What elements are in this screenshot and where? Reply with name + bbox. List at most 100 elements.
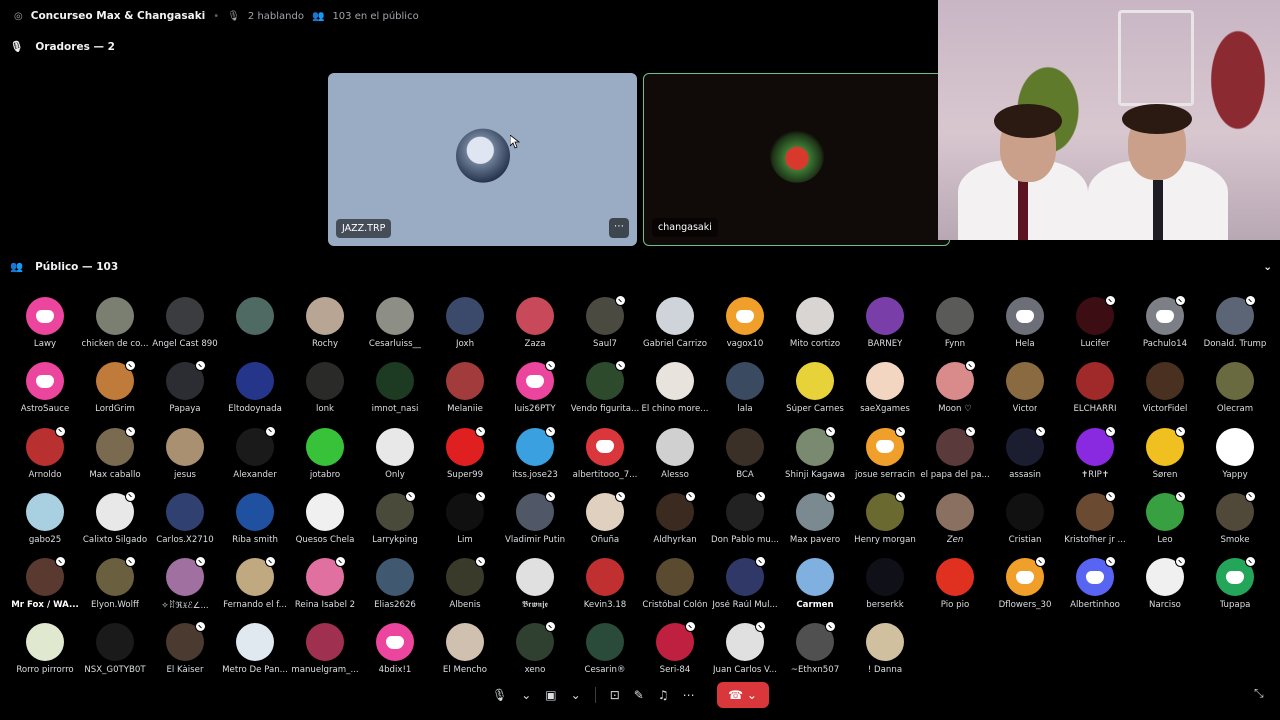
audience-member[interactable]: Arnoldo <box>10 425 80 493</box>
audience-member[interactable]: manuelgram_... <box>290 623 360 688</box>
audience-member[interactable]: Cesarluiss__ <box>360 297 430 362</box>
audience-member[interactable]: Cesarin® <box>570 623 640 688</box>
audience-member[interactable]: Kevin3.18 <box>570 558 640 623</box>
audience-member[interactable]: Yappy <box>1200 427 1270 493</box>
audience-member[interactable]: Super99 <box>430 425 500 493</box>
audience-member[interactable]: Metro De Pan... <box>220 623 290 688</box>
audience-member[interactable]: El Kàiser <box>150 621 220 688</box>
audience-member[interactable]: Olecram <box>1200 362 1270 427</box>
audience-member[interactable]: Hela <box>990 297 1060 362</box>
audience-member[interactable]: Súper Carnes <box>780 362 850 427</box>
audience-member[interactable]: Pachulo14 <box>1130 295 1200 362</box>
audience-member[interactable]: Carmen <box>780 558 850 623</box>
audience-member[interactable]: Alesso <box>640 427 710 493</box>
audience-member[interactable]: AstroSauce <box>10 362 80 427</box>
audience-member[interactable]: Cristóbal Colón <box>640 558 710 623</box>
audience-member[interactable]: Lim <box>430 490 500 558</box>
audience-member[interactable]: Vladimir Putin <box>500 490 570 558</box>
audience-member[interactable] <box>220 297 290 362</box>
audience-member[interactable]: ! Danna <box>850 623 920 688</box>
screen-share-icon[interactable]: ⊡ <box>606 682 624 708</box>
audience-member[interactable]: Don Pablo mu... <box>710 490 780 558</box>
audience-member[interactable]: Gabriel Carrizo <box>640 297 710 362</box>
audience-member[interactable]: José Raúl Mul... <box>710 556 780 623</box>
audience-member[interactable]: Søren <box>1130 425 1200 493</box>
audience-member[interactable]: Shinji Kagawa <box>780 425 850 493</box>
audience-member[interactable]: xeno <box>500 621 570 688</box>
audience-member[interactable]: Max pavero <box>780 490 850 558</box>
audience-member[interactable]: LordGrim <box>80 360 150 427</box>
audience-member[interactable]: Albenis <box>430 556 500 623</box>
audience-member[interactable]: Donald. Trump <box>1200 295 1270 362</box>
audience-member[interactable]: Cristian <box>990 492 1060 558</box>
audience-member[interactable]: el papa del pa... <box>920 425 990 493</box>
audience-member[interactable]: gabo25 <box>10 492 80 558</box>
audience-member[interactable]: Saul7 <box>570 295 640 362</box>
audience-member[interactable]: 𝕭𝖗𝖜𝖓𝖏𝖊 <box>500 558 570 623</box>
audience-member[interactable]: Calixto Silgado <box>80 490 150 558</box>
audience-member[interactable]: Mr Fox / WA... <box>10 556 80 623</box>
audience-member[interactable]: Pio pio <box>920 558 990 623</box>
audience-member[interactable]: Fernando el f... <box>220 556 290 623</box>
audience-member[interactable]: saeXgames <box>850 362 920 427</box>
audience-member[interactable]: vagox10 <box>710 297 780 362</box>
audience-member[interactable]: El Mencho <box>430 623 500 688</box>
speaker-tile-changasaki[interactable]: changasaki <box>643 73 950 246</box>
audience-member[interactable]: jotabro <box>290 427 360 493</box>
audience-member[interactable]: Victor <box>990 362 1060 427</box>
audience-member[interactable]: Leo <box>1130 490 1200 558</box>
audience-member[interactable]: Lawy <box>10 297 80 362</box>
audience-member[interactable]: BARNEY <box>850 297 920 362</box>
audience-member[interactable]: Eltodoynada <box>220 362 290 427</box>
audience-member[interactable]: Rochy <box>290 297 360 362</box>
audience-member[interactable]: Only <box>360 427 430 493</box>
activity-icon[interactable]: ✎ <box>630 682 648 708</box>
audience-member[interactable]: Tupapa <box>1200 556 1270 623</box>
audience-member[interactable]: Lucifer <box>1060 295 1130 362</box>
audience-member[interactable]: Kristofher jr ... <box>1060 490 1130 558</box>
audience-member[interactable]: ✝RIP✝ <box>1060 425 1130 493</box>
audience-member[interactable]: luis26PTY <box>500 360 570 427</box>
more-options-button[interactable]: ⋯ <box>609 218 629 238</box>
audience-member[interactable]: Juan Carlos V... <box>710 621 780 688</box>
audience-member[interactable]: josue serracin <box>850 425 920 493</box>
audience-member[interactable]: Elyon.Wolff <box>80 556 150 623</box>
audience-member[interactable]: jesus <box>150 427 220 493</box>
audience-member[interactable]: Melaniie <box>430 362 500 427</box>
audience-member[interactable]: Smoke <box>1200 490 1270 558</box>
speaker-tile-jazz[interactable]: JAZZ.TRP ⋯ <box>328 73 637 246</box>
audience-member[interactable]: Quesos Chela <box>290 492 360 558</box>
chevron-down-icon[interactable]: ⌄ <box>1263 261 1272 273</box>
audience-member[interactable]: Riba smith <box>220 492 290 558</box>
audience-member[interactable]: Alexander <box>220 425 290 493</box>
audience-header[interactable]: 👥 Público — 103 ⌄ <box>10 260 1272 274</box>
chevron-down-icon[interactable]: ⌄ <box>517 682 535 708</box>
audience-member[interactable]: Oñuña <box>570 490 640 558</box>
audience-member[interactable]: Larrykping <box>360 490 430 558</box>
audience-member[interactable]: ~Ethxn507 <box>780 621 850 688</box>
audience-member[interactable]: Fynn <box>920 297 990 362</box>
more-options-icon[interactable]: ⋯ <box>679 682 699 708</box>
audience-member[interactable]: Zen <box>920 492 990 558</box>
audience-member[interactable]: NSX_G0TYB0T <box>80 623 150 688</box>
audience-member[interactable]: Narciso <box>1130 556 1200 623</box>
audience-member[interactable]: Vendo figurita... <box>570 360 640 427</box>
audience-member[interactable]: Albertinhoo <box>1060 556 1130 623</box>
audience-member[interactable]: assasin <box>990 425 1060 493</box>
audience-member[interactable]: BCA <box>710 427 780 493</box>
audience-member[interactable]: ✧ꍏℜ𝔛ℰ∠... <box>150 556 220 623</box>
hang-up-button[interactable]: ☎ ⌄ <box>716 682 769 708</box>
audience-member[interactable]: Elias2626 <box>360 558 430 623</box>
fullscreen-icon[interactable]: ⤡ <box>1254 686 1268 700</box>
audience-member[interactable]: lala <box>710 362 780 427</box>
audience-member[interactable]: El chino more... <box>640 362 710 427</box>
audience-member[interactable]: Henry morgan <box>850 490 920 558</box>
camera-off-icon[interactable]: ▣ <box>541 682 560 708</box>
audience-member[interactable]: Angel Cast 890 <box>150 297 220 362</box>
audience-member[interactable]: albertitooo_7... <box>570 427 640 493</box>
audience-member[interactable]: imnot_nasi <box>360 362 430 427</box>
audience-member[interactable]: chicken de co... <box>80 297 150 362</box>
audience-member[interactable]: Moon ♡ <box>920 360 990 427</box>
audience-member[interactable]: ELCHARRI <box>1060 362 1130 427</box>
audience-member[interactable]: Joxh <box>430 297 500 362</box>
